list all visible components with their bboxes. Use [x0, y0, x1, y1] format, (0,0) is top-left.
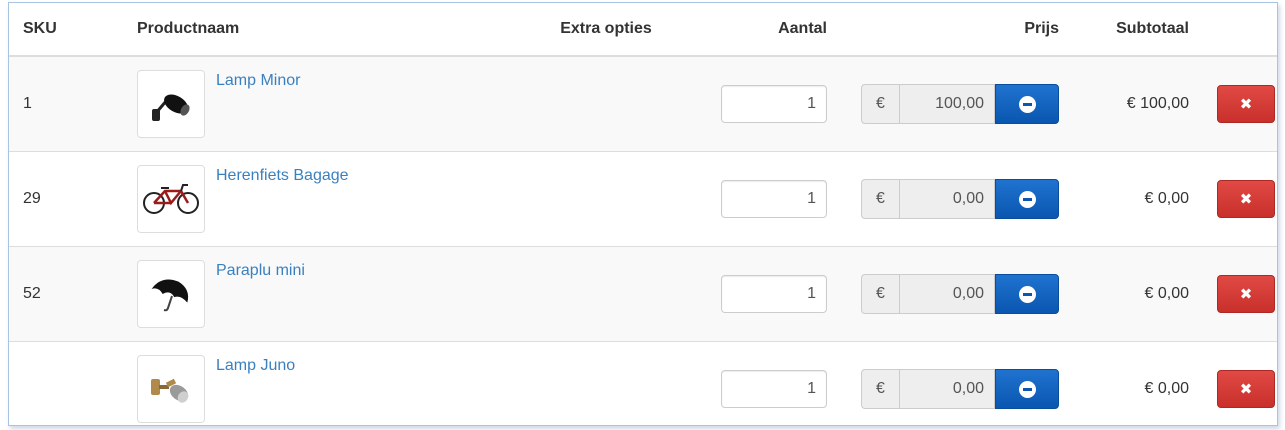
header-extra-options: Extra opties [511, 3, 701, 57]
extra-options-cell [511, 341, 701, 425]
quantity-cell [701, 55, 841, 152]
product-link[interactable]: Herenfiets Bagage [216, 167, 349, 185]
cart-table: SKU Productnaam Extra opties Aantal Prij… [9, 3, 1277, 425]
remove-item-button[interactable]: ✖ [1217, 370, 1275, 408]
quantity-input[interactable] [721, 275, 827, 313]
umbrella-icon[interactable] [137, 260, 205, 328]
price-value: 0,00 [899, 369, 995, 409]
header-actions [1203, 3, 1277, 57]
actions-cell: ✖ [1203, 341, 1277, 425]
product-link[interactable]: Paraplu mini [216, 262, 305, 280]
table-row: 1 Lamp Minor 1 € 100,00 € 100,00 ✖ [9, 55, 1277, 152]
remove-item-button[interactable]: ✖ [1217, 85, 1275, 123]
table-header-row: SKU Productnaam Extra opties Aantal Prij… [9, 3, 1277, 57]
close-icon: ✖ [1239, 191, 1253, 208]
table-row: Lamp Juno € 0,00 € 0,00 ✖ [9, 341, 1277, 425]
decrease-button[interactable] [995, 369, 1059, 409]
header-product-name: Productnaam [123, 3, 511, 57]
extra-options-cell [511, 151, 701, 247]
table-row: 52 Paraplu mini € [9, 246, 1277, 342]
product-cell: Lamp Minor [123, 55, 511, 152]
decrease-button[interactable] [995, 274, 1059, 314]
wall-lamp-icon[interactable] [137, 355, 205, 423]
price-cell: € 0,00 [841, 246, 1073, 342]
price-cell: € 0,00 [841, 151, 1073, 247]
minus-circle-icon [1018, 285, 1036, 303]
sku-cell: 52 [9, 246, 123, 342]
minus-circle-icon [1018, 380, 1036, 398]
currency-addon: € [861, 84, 899, 124]
quantity-cell [701, 151, 841, 247]
header-subtotal: Subtotaal [1073, 3, 1203, 57]
quantity-input[interactable] [721, 85, 827, 123]
minus-circle-icon [1018, 95, 1036, 113]
subtotal-cell: € 100,00 [1073, 55, 1203, 152]
subtotal-cell: € 0,00 [1073, 341, 1203, 425]
price-value: 0,00 [899, 274, 995, 314]
product-cell: Paraplu mini [123, 246, 511, 342]
currency-addon: € [861, 179, 899, 219]
bicycle-icon[interactable] [137, 165, 205, 233]
sku-cell [9, 341, 123, 425]
close-icon: ✖ [1239, 286, 1253, 303]
sku-cell: 1 [9, 55, 123, 152]
spot-lamp-icon[interactable] [137, 70, 205, 138]
close-icon: ✖ [1239, 96, 1253, 113]
quantity-cell [701, 246, 841, 342]
subtotal-cell: € 0,00 [1073, 151, 1203, 247]
quantity-input[interactable] [721, 370, 827, 408]
product-cell: Herenfiets Bagage [123, 151, 511, 247]
price-value: 0,00 [899, 179, 995, 219]
header-price: Prijs [841, 3, 1073, 57]
actions-cell: ✖ [1203, 246, 1277, 342]
quantity-input[interactable] [721, 180, 827, 218]
remove-item-button[interactable]: ✖ [1217, 275, 1275, 313]
product-link[interactable]: Lamp Minor [216, 72, 300, 90]
currency-addon: € [861, 369, 899, 409]
remove-item-button[interactable]: ✖ [1217, 180, 1275, 218]
header-quantity: Aantal [701, 3, 841, 57]
decrease-button[interactable] [995, 179, 1059, 219]
decrease-button[interactable] [995, 84, 1059, 124]
sku-cell: 29 [9, 151, 123, 247]
currency-addon: € [861, 274, 899, 314]
close-icon: ✖ [1239, 381, 1253, 398]
extra-options-cell [511, 55, 701, 152]
header-sku: SKU [9, 3, 123, 57]
cart-panel: SKU Productnaam Extra opties Aantal Prij… [8, 2, 1278, 426]
table-row: 29 Herenfiets Bagage 1 € 0,00 € 0,00 ✖ [9, 151, 1277, 247]
product-cell: Lamp Juno [123, 341, 511, 425]
minus-circle-icon [1018, 190, 1036, 208]
actions-cell: ✖ [1203, 55, 1277, 152]
quantity-cell [701, 341, 841, 425]
subtotal-cell: € 0,00 [1073, 246, 1203, 342]
price-value: 100,00 [899, 84, 995, 124]
extra-options-cell [511, 246, 701, 342]
price-cell: € 100,00 [841, 55, 1073, 152]
actions-cell: ✖ [1203, 151, 1277, 247]
product-link[interactable]: Lamp Juno [216, 357, 295, 375]
price-cell: € 0,00 [841, 341, 1073, 425]
